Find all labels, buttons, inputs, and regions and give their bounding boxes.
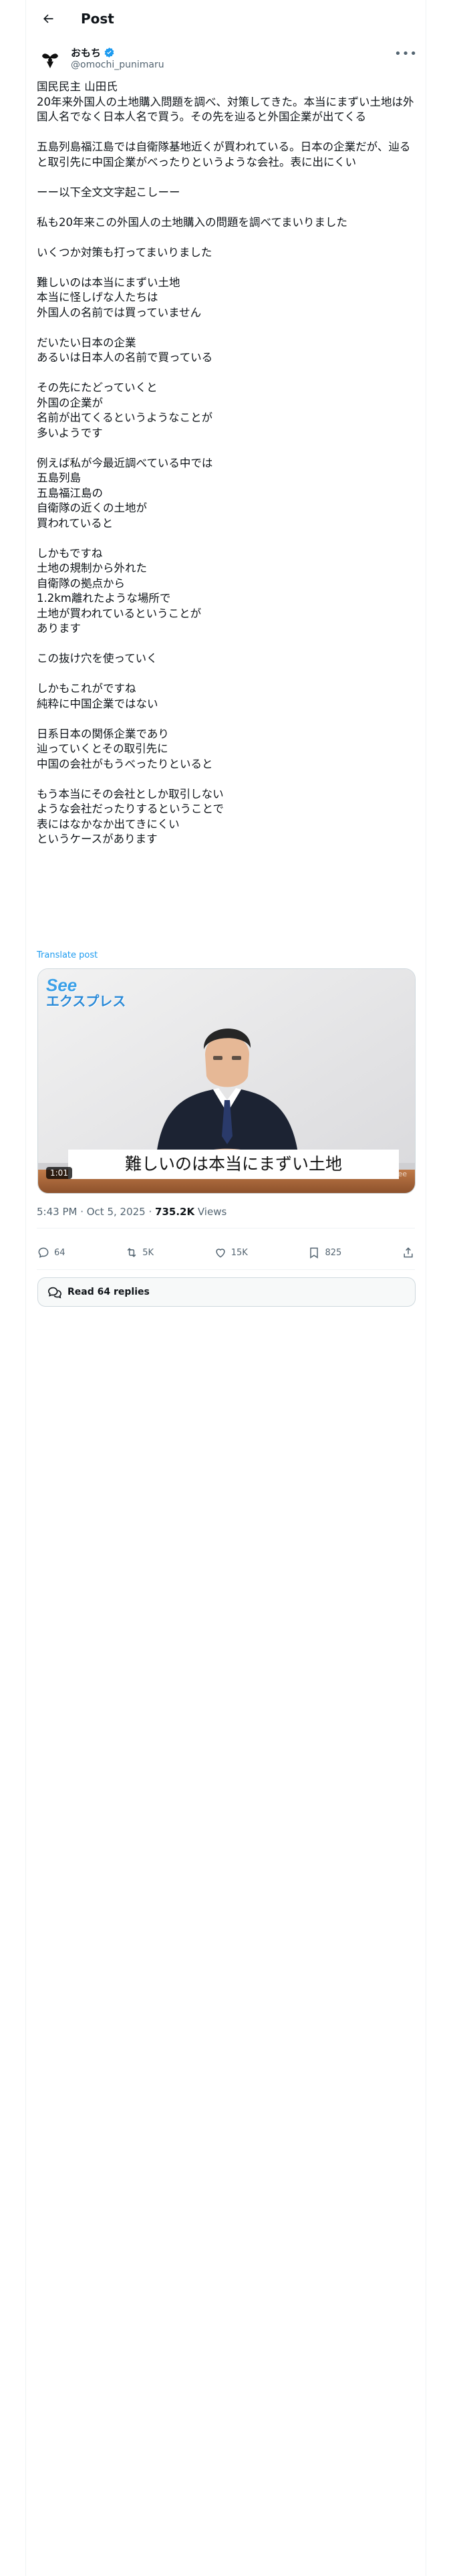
read-replies-button[interactable]: Read 64 replies <box>37 1277 416 1307</box>
translate-post-link[interactable]: Translate post <box>37 950 98 960</box>
video-subtitle: 難しいのは本当にまずい土地 <box>68 1150 399 1179</box>
repost-icon <box>127 1248 136 1257</box>
back-button[interactable] <box>38 9 58 29</box>
video-watermark: Free <box>391 1170 407 1178</box>
bookmark-icon <box>310 1247 319 1259</box>
page-title: Post <box>81 11 114 27</box>
back-arrow-icon <box>43 14 53 23</box>
channel-logo: See エクスプレス <box>46 975 126 1009</box>
author-handle[interactable]: @omochi_punimaru <box>71 60 164 70</box>
author-name[interactable]: おもち <box>71 45 115 60</box>
like-button[interactable]: 15K <box>214 1246 248 1259</box>
post-column: Post おもち @omochi_punimaru ••• 国民民主 山田氏 2… <box>25 0 426 2576</box>
reply-button[interactable]: 64 <box>37 1246 65 1259</box>
more-options-icon[interactable]: ••• <box>394 47 418 61</box>
post-text: 国民民主 山田氏 20年来外国人の土地購入問題を調べ、対策してきた。本当にまずい… <box>37 80 414 845</box>
bookmark-button[interactable]: 825 <box>307 1246 341 1259</box>
avatar[interactable] <box>37 45 63 72</box>
author-row: おもち @omochi_punimaru ••• <box>37 44 418 75</box>
reply-icon <box>38 1247 49 1258</box>
view-count: 735.2K <box>155 1206 195 1218</box>
video-duration: 1:01 <box>46 1167 72 1179</box>
divider <box>37 1269 415 1270</box>
heart-icon <box>216 1249 225 1258</box>
replies-icon <box>48 1287 61 1299</box>
share-icon <box>404 1247 413 1258</box>
share-button[interactable] <box>402 1246 415 1259</box>
post-timestamp[interactable]: 5:43 PM · Oct 5, 2025 · 735.2K Views <box>37 1206 227 1218</box>
video-player[interactable]: See エクスプレス 難しいのは本当にまずい土地 1:01 Free <box>37 968 416 1194</box>
action-bar: 64 5K 15K 825 <box>37 1236 415 1269</box>
verified-badge-icon <box>104 47 114 58</box>
header: Post <box>26 0 426 37</box>
repost-button[interactable]: 5K <box>125 1246 154 1259</box>
